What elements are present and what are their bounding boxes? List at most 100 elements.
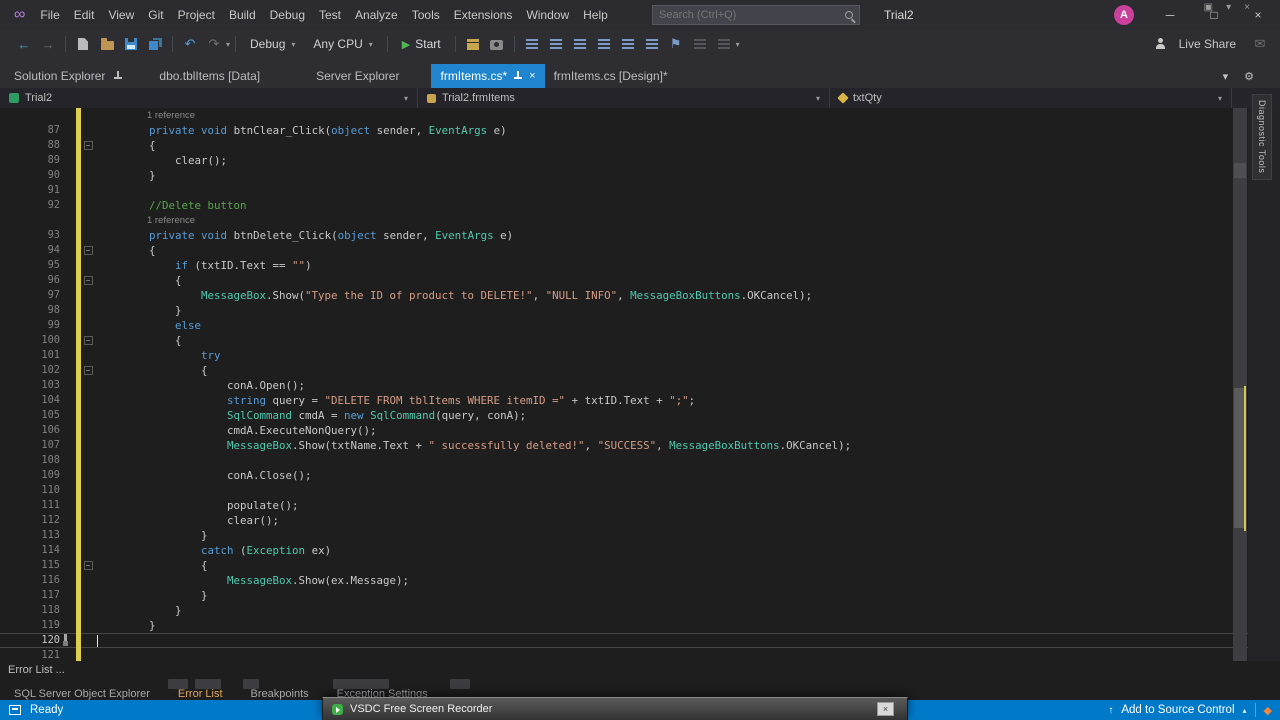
live-share-icon[interactable]: [1155, 38, 1167, 50]
menu-git[interactable]: Git: [141, 0, 170, 30]
breakpoint-margin[interactable]: [0, 483, 34, 498]
member-dropdown[interactable]: txtQty ▾: [830, 88, 1232, 108]
quick-actions-icon[interactable]: [58, 634, 71, 647]
breakpoint-margin[interactable]: [0, 468, 34, 483]
code-line[interactable]: 100 − {: [0, 333, 1280, 348]
breakpoint-margin[interactable]: [0, 363, 34, 378]
feedback-icon[interactable]: ✉: [1248, 32, 1272, 56]
code-line[interactable]: 119 }: [0, 618, 1280, 633]
breakpoint-margin[interactable]: [0, 123, 34, 138]
menu-window[interactable]: Window: [519, 0, 576, 30]
pin-icon[interactable]: [113, 70, 123, 82]
code-line[interactable]: 92 //Delete button: [0, 198, 1280, 213]
breakpoint-margin[interactable]: [0, 558, 34, 573]
menu-tools[interactable]: Tools: [405, 0, 447, 30]
error-list-header[interactable]: Error List ...: [0, 661, 1280, 679]
outline-icon[interactable]: [544, 32, 568, 56]
breakpoint-margin[interactable]: [0, 228, 34, 243]
breakpoint-margin[interactable]: [0, 288, 34, 303]
breakpoint-margin[interactable]: [0, 438, 34, 453]
code-line[interactable]: 90 }: [0, 168, 1280, 183]
breakpoint-margin[interactable]: [0, 633, 68, 648]
breakpoint-margin[interactable]: [0, 303, 34, 318]
breakpoint-margin[interactable]: [0, 333, 34, 348]
solution-configuration-dropdown[interactable]: Debug ▾: [241, 37, 304, 51]
save-icon[interactable]: [119, 32, 143, 56]
type-dropdown[interactable]: Trial2.frmItems ▾: [418, 88, 830, 108]
code-line[interactable]: 102 − {: [0, 363, 1280, 378]
breakpoint-margin[interactable]: [0, 393, 34, 408]
screenshot-icon[interactable]: [485, 32, 509, 56]
breakpoint-margin[interactable]: [0, 198, 34, 213]
chevron-down-icon[interactable]: ▾: [1226, 2, 1231, 13]
fold-margin[interactable]: −: [81, 243, 95, 258]
bookmark-next-icon[interactable]: [712, 32, 736, 56]
collapse-icon[interactable]: −: [83, 246, 93, 255]
breakpoint-margin[interactable]: [0, 603, 34, 618]
menu-help[interactable]: Help: [576, 0, 615, 30]
fold-margin[interactable]: −: [81, 273, 95, 288]
breakpoint-margin[interactable]: [0, 378, 34, 393]
tool-tab-solution-explorer[interactable]: Solution Explorer: [4, 64, 133, 88]
code-line[interactable]: 110: [0, 483, 1280, 498]
code-line[interactable]: 121: [0, 648, 1280, 662]
code-line[interactable]: 104 string query = "DELETE FROM tblItems…: [0, 393, 1280, 408]
collapse-icon[interactable]: −: [83, 276, 93, 285]
vsdc-recorder-titlebar[interactable]: VSDC Free Screen Recorder ×: [322, 697, 908, 720]
menu-file[interactable]: File: [33, 0, 66, 30]
menu-test[interactable]: Test: [312, 0, 348, 30]
search-input[interactable]: [659, 9, 845, 21]
navigate-back-icon[interactable]: ←: [12, 32, 36, 56]
collapse-icon[interactable]: −: [83, 366, 93, 375]
diagnostic-tools-tab[interactable]: Diagnostic Tools: [1252, 94, 1272, 180]
live-share-label[interactable]: Live Share: [1179, 37, 1236, 51]
breakpoint-margin[interactable]: [0, 588, 34, 603]
code-line[interactable]: 108: [0, 453, 1280, 468]
code-line[interactable]: 88 − {: [0, 138, 1280, 153]
code-line[interactable]: 114 catch (Exception ex): [0, 543, 1280, 558]
uncomment-icon[interactable]: [640, 32, 664, 56]
code-editor[interactable]: 1 reference 87 private void btnClear_Clic…: [0, 108, 1280, 662]
new-file-icon[interactable]: [71, 32, 95, 56]
code-line[interactable]: 105 SqlCommand cmdA = new SqlCommand(que…: [0, 408, 1280, 423]
code-line[interactable]: 109 conA.Close();: [0, 468, 1280, 483]
breakpoint-margin[interactable]: [0, 273, 34, 288]
code-line[interactable]: 117 }: [0, 588, 1280, 603]
menu-project[interactable]: Project: [171, 0, 222, 30]
vertical-scrollbar[interactable]: [1233, 108, 1247, 662]
menu-build[interactable]: Build: [222, 0, 263, 30]
codelens-row[interactable]: 1 reference: [0, 213, 1280, 228]
collapse-icon[interactable]: −: [83, 141, 93, 150]
start-debugging-button[interactable]: ▶ Start: [393, 37, 450, 51]
navigate-forward-icon[interactable]: →: [36, 32, 60, 56]
breakpoint-margin[interactable]: [0, 318, 34, 333]
chevron-down-icon[interactable]: ▾: [1223, 70, 1229, 83]
account-avatar[interactable]: A: [1114, 5, 1134, 25]
code-line[interactable]: 98 }: [0, 303, 1280, 318]
project-dropdown[interactable]: Trial2 ▾: [0, 88, 418, 108]
code-line[interactable]: 115 − {: [0, 558, 1280, 573]
gear-icon[interactable]: ⚙: [1244, 70, 1254, 83]
breakpoint-margin[interactable]: [0, 348, 34, 363]
code-line[interactable]: 112 clear();: [0, 513, 1280, 528]
code-line[interactable]: 120: [0, 633, 1280, 648]
save-all-icon[interactable]: [143, 32, 167, 56]
fold-margin[interactable]: −: [81, 558, 95, 573]
fold-margin[interactable]: −: [81, 363, 95, 378]
menu-analyze[interactable]: Analyze: [348, 0, 405, 30]
indent-icon[interactable]: [568, 32, 592, 56]
pin-icon[interactable]: [513, 70, 523, 82]
code-line[interactable]: 93 private void btnDelete_Click(object s…: [0, 228, 1280, 243]
breakpoint-margin[interactable]: [0, 513, 34, 528]
open-file-icon[interactable]: [95, 32, 119, 56]
menu-extensions[interactable]: Extensions: [447, 0, 520, 30]
fold-margin[interactable]: −: [81, 138, 95, 153]
code-line[interactable]: 91: [0, 183, 1280, 198]
add-to-source-control-button[interactable]: Add to Source Control: [1121, 704, 1234, 716]
fold-margin[interactable]: −: [81, 333, 95, 348]
solution-platform-dropdown[interactable]: Any CPU ▾: [304, 37, 381, 51]
tool-tab-dbo-tblitems-data-[interactable]: dbo.tblItems [Data]: [149, 64, 270, 88]
breakpoint-margin[interactable]: [0, 573, 34, 588]
comment-icon[interactable]: [616, 32, 640, 56]
breakpoint-margin[interactable]: [0, 618, 34, 633]
